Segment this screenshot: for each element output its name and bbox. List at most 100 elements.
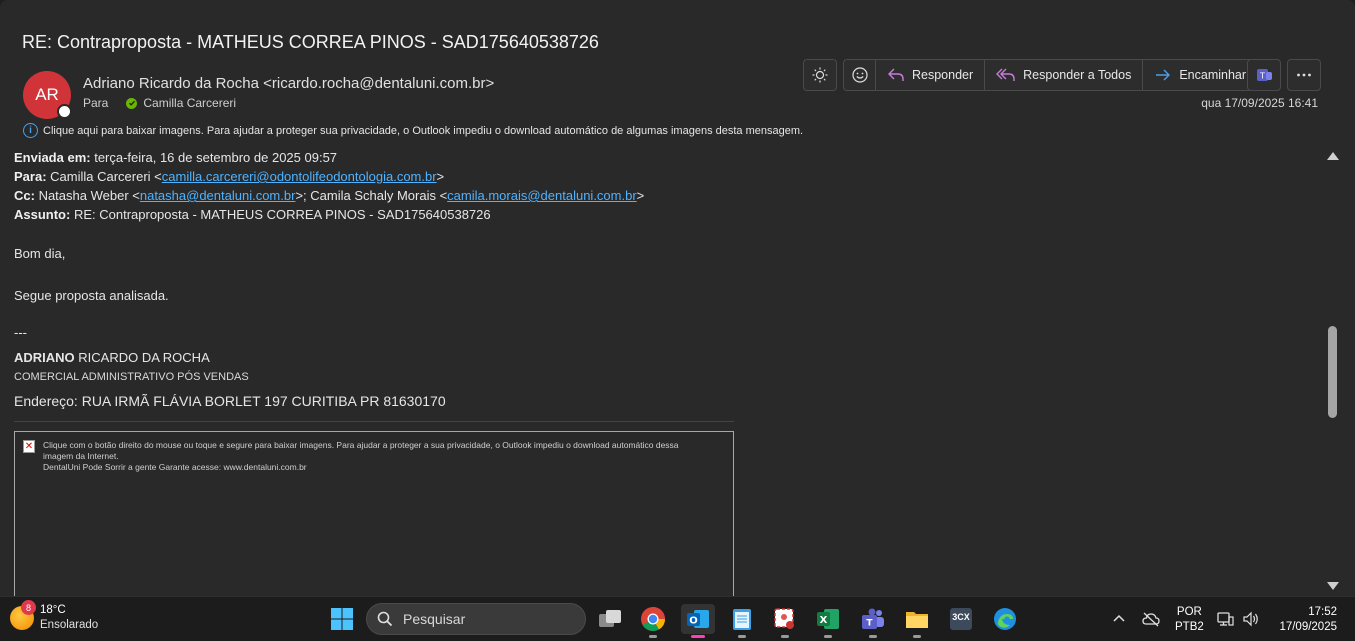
to-email-link[interactable]: camilla.carcereri@odontolifeodontologia.…: [162, 169, 437, 184]
weather-condition: Ensolarado: [40, 619, 99, 631]
svg-text:T: T: [866, 619, 873, 629]
scroll-thumb[interactable]: [1328, 326, 1337, 418]
cc-header-line: Cc: Natasha Weber <natasha@dentaluni.com…: [14, 186, 754, 205]
message-body: Enviada em: terça-feira, 16 de setembro …: [14, 148, 754, 422]
teams-icon: T: [1248, 60, 1280, 90]
input-language[interactable]: POR PTB2: [1175, 605, 1204, 635]
emoji-reaction-button[interactable]: [844, 60, 876, 90]
speaker-icon: [1243, 611, 1258, 627]
teams-share-button[interactable]: T: [1247, 59, 1281, 91]
brightness-toggle[interactable]: [803, 59, 837, 91]
reply-icon: [888, 68, 904, 81]
weather-widget[interactable]: 8 18°C Ensolarado: [10, 600, 99, 633]
sender-address[interactable]: Adriano Ricardo da Rocha <ricardo.rocha@…: [83, 75, 494, 92]
subject-header-label: Assunto:: [14, 207, 71, 222]
svg-text:X: X: [820, 615, 828, 626]
edge-icon: [994, 608, 1016, 630]
subject-header-line: Assunto: RE: Contraproposta - MATHEUS CO…: [14, 205, 754, 224]
cc-name-1: Natasha Weber <: [34, 188, 140, 203]
chrome-icon: [641, 607, 665, 632]
reply-label: Responder: [912, 68, 974, 82]
temperature: 18°C: [40, 604, 66, 616]
taskbar-search[interactable]: Pesquisar: [366, 603, 586, 635]
chevron-up-icon: [1113, 614, 1125, 622]
cloud-sync-button[interactable]: [1136, 604, 1166, 634]
cc-name-2: >; Camila Schaly Morais <: [295, 188, 448, 203]
signature-first-name: ADRIANO: [14, 350, 75, 365]
running-indicator: [649, 635, 657, 638]
reply-all-button[interactable]: Responder a Todos: [985, 60, 1144, 90]
received-date: qua 17/09/2025 16:41: [1201, 96, 1318, 110]
folder-icon: [906, 612, 928, 628]
recipient-name[interactable]: Camilla Carcereri: [143, 96, 236, 110]
running-indicator: [781, 635, 789, 638]
svg-text:T: T: [1259, 72, 1265, 81]
windows-logo-icon: [331, 608, 353, 630]
info-icon: i: [23, 123, 38, 138]
cc-email-link-1[interactable]: natasha@dentaluni.com.br: [140, 188, 296, 203]
cc-email-link-2[interactable]: camila.morais@dentaluni.com.br: [447, 188, 637, 203]
sun-weather-icon: 8: [10, 600, 36, 630]
clock-time: 17:52: [1308, 606, 1337, 618]
teams-app-icon: T: [862, 608, 884, 629]
excel-app[interactable]: X: [813, 604, 843, 638]
available-status-icon: [126, 97, 138, 109]
signature-address: Endereço: RUA IRMÃ FLÁVIA BORLET 197 CUR…: [14, 393, 446, 409]
clock-date: 17/09/2025: [1279, 621, 1337, 633]
active-indicator: [691, 635, 705, 638]
blocked-image-text: Clique com o botão direito do mouse ou t…: [43, 440, 703, 473]
task-view-icon: [599, 610, 621, 627]
search-placeholder: Pesquisar: [403, 611, 466, 627]
greeting: Bom dia,: [14, 246, 66, 261]
smiley-icon: [851, 67, 868, 83]
notepad-app[interactable]: [727, 604, 757, 638]
blocked-image-message: Clique com o botão direito do mouse ou t…: [43, 440, 679, 461]
signature-divider: [14, 421, 734, 422]
message-actions: Responder Responder a Todos Encaminhar: [843, 59, 1259, 91]
edge-app[interactable]: [990, 604, 1020, 634]
reply-all-icon: [996, 68, 1015, 81]
broken-image-icon: ✕: [23, 440, 35, 453]
message-text: Segue proposta analisada.: [14, 288, 169, 303]
blocked-image-placeholder[interactable]: ✕ Clique com o botão direito do mouse ou…: [14, 431, 734, 596]
cc-label: Cc:: [14, 188, 35, 203]
file-explorer-app[interactable]: [902, 604, 932, 638]
more-actions-button[interactable]: [1287, 59, 1321, 91]
task-view-button[interactable]: [595, 604, 625, 634]
teams-app[interactable]: T: [858, 604, 888, 638]
signature-role: COMERCIAL ADMINISTRATIVO PÓS VENDAS: [14, 371, 249, 383]
running-indicator: [869, 635, 877, 638]
3cx-app[interactable]: 3CX: [946, 604, 976, 634]
recipient-line: Para Camilla Carcereri: [83, 96, 236, 110]
svg-text:O: O: [689, 616, 698, 627]
reply-button[interactable]: Responder: [876, 60, 986, 90]
search-icon: [377, 611, 393, 627]
reply-all-label: Responder a Todos: [1023, 68, 1132, 82]
ellipsis-icon: [1288, 60, 1320, 90]
forward-button[interactable]: Encaminhar: [1143, 60, 1257, 90]
excel-icon: X: [817, 609, 839, 629]
subject-header-value: RE: Contraproposta - MATHEUS CORREA PINO…: [70, 207, 491, 222]
show-hidden-icons-button[interactable]: [1104, 604, 1134, 634]
chrome-app[interactable]: [638, 604, 668, 638]
running-indicator: [913, 635, 921, 638]
start-button[interactable]: [327, 604, 357, 634]
notepad-icon: [733, 609, 751, 630]
signature-last-name: RICARDO DA ROCHA: [74, 350, 210, 365]
volume-button[interactable]: [1236, 604, 1266, 634]
system-clock[interactable]: 17:52 17/09/2025: [1279, 605, 1337, 635]
scroll-down-arrow-icon[interactable]: [1327, 582, 1339, 590]
to-header-label: Para:: [14, 169, 47, 184]
outlook-app[interactable]: O: [681, 604, 715, 638]
vertical-scrollbar[interactable]: [1323, 148, 1343, 594]
to-header-line: Para: Camilla Carcereri <camilla.carcere…: [14, 167, 754, 186]
presence-status-icon: [57, 104, 72, 119]
running-indicator: [824, 635, 832, 638]
download-images-banner[interactable]: i Clique aqui para baixar imagens. Para …: [23, 123, 803, 138]
signature-name: ADRIANO RICARDO DA ROCHA: [14, 350, 210, 365]
scroll-up-arrow-icon[interactable]: [1327, 152, 1339, 160]
taskbar: 8 18°C Ensolarado Pesquisar O X T 3CX PO…: [0, 596, 1355, 641]
weather-badge: 8: [21, 600, 36, 615]
snipping-tool-app[interactable]: [770, 604, 800, 638]
3cx-label: 3CX: [952, 612, 970, 622]
